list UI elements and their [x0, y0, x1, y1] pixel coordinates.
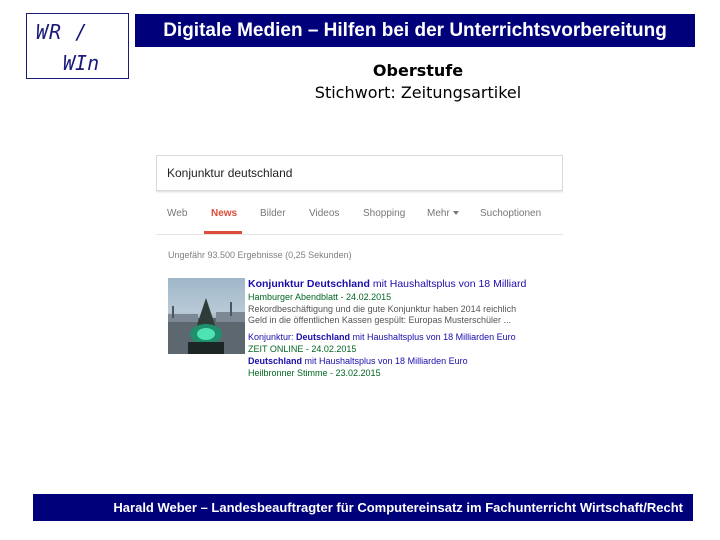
search-tabs: Web News Bilder Videos Shopping Mehr Suc…	[156, 202, 563, 235]
tab-bilder[interactable]: Bilder	[260, 208, 286, 219]
subtitle-level: Oberstufe	[372, 61, 464, 80]
chevron-down-icon	[452, 211, 459, 216]
subtitle-keyword: Stichwort: Zeitungsartikel	[314, 83, 522, 102]
tab-web[interactable]: Web	[167, 208, 187, 219]
result-1-snippet-1: Rekordbeschäftigung und die gute Konjunk…	[248, 304, 517, 314]
logo-line1: WR /	[36, 20, 89, 44]
result-2-source: ZEIT ONLINE - 24.02.2015	[248, 344, 357, 354]
result-2-title[interactable]: Konjunktur: Deutschland mit Haushaltsplu…	[248, 332, 516, 343]
result-3-title[interactable]: Deutschland mit Haushaltsplus von 18 Mil…	[248, 356, 468, 367]
result-1-snippet-2: Geld in die öffentlichen Kassen gespült:…	[248, 315, 511, 325]
result-2-title-pre: Konjunktur:	[248, 332, 297, 342]
harbor-lighthouse-icon	[168, 298, 245, 354]
news-thumbnail-image[interactable]	[168, 278, 245, 354]
result-2-title-bold: Deutschland	[296, 332, 351, 342]
result-3-source: Heilbronner Stimme - 23.02.2015	[248, 368, 381, 378]
tab-videos[interactable]: Videos	[309, 208, 339, 219]
tab-suchoptionen[interactable]: Suchoptionen	[480, 208, 541, 219]
search-input[interactable]: Konjunktur deutschland	[156, 155, 563, 191]
result-1-source: Hamburger Abendblatt - 24.02.2015	[248, 292, 392, 302]
result-3-title-rest: mit Haushaltsplus von 18 Milliarden Euro	[302, 356, 468, 366]
active-tab-indicator	[204, 231, 242, 234]
result-1-title[interactable]: Konjunktur Deutschland mit Haushaltsplus…	[248, 279, 526, 290]
result-1-title-bold: Konjunktur Deutschland	[248, 278, 370, 290]
page-title: Digitale Medien – Hilfen bei der Unterri…	[135, 14, 695, 47]
tab-shopping[interactable]: Shopping	[363, 208, 405, 219]
tab-mehr[interactable]: Mehr	[427, 208, 459, 219]
result-1-title-rest: mit Haushaltsplus von 18 Milliard	[369, 278, 527, 290]
result-2-title-rest: mit Haushaltsplus von 18 Milliarden Euro	[350, 332, 516, 342]
footer: Harald Weber – Landesbeauftragter für Co…	[33, 494, 693, 521]
result-stats: Ungefähr 93.500 Ergebnisse (0,25 Sekunde…	[168, 250, 352, 260]
tab-news[interactable]: News	[211, 208, 237, 219]
result-3-title-bold: Deutschland	[248, 356, 303, 366]
tab-mehr-label: Mehr	[427, 208, 450, 219]
search-screenshot: Konjunktur deutschland Web News Bilder V…	[156, 155, 563, 390]
